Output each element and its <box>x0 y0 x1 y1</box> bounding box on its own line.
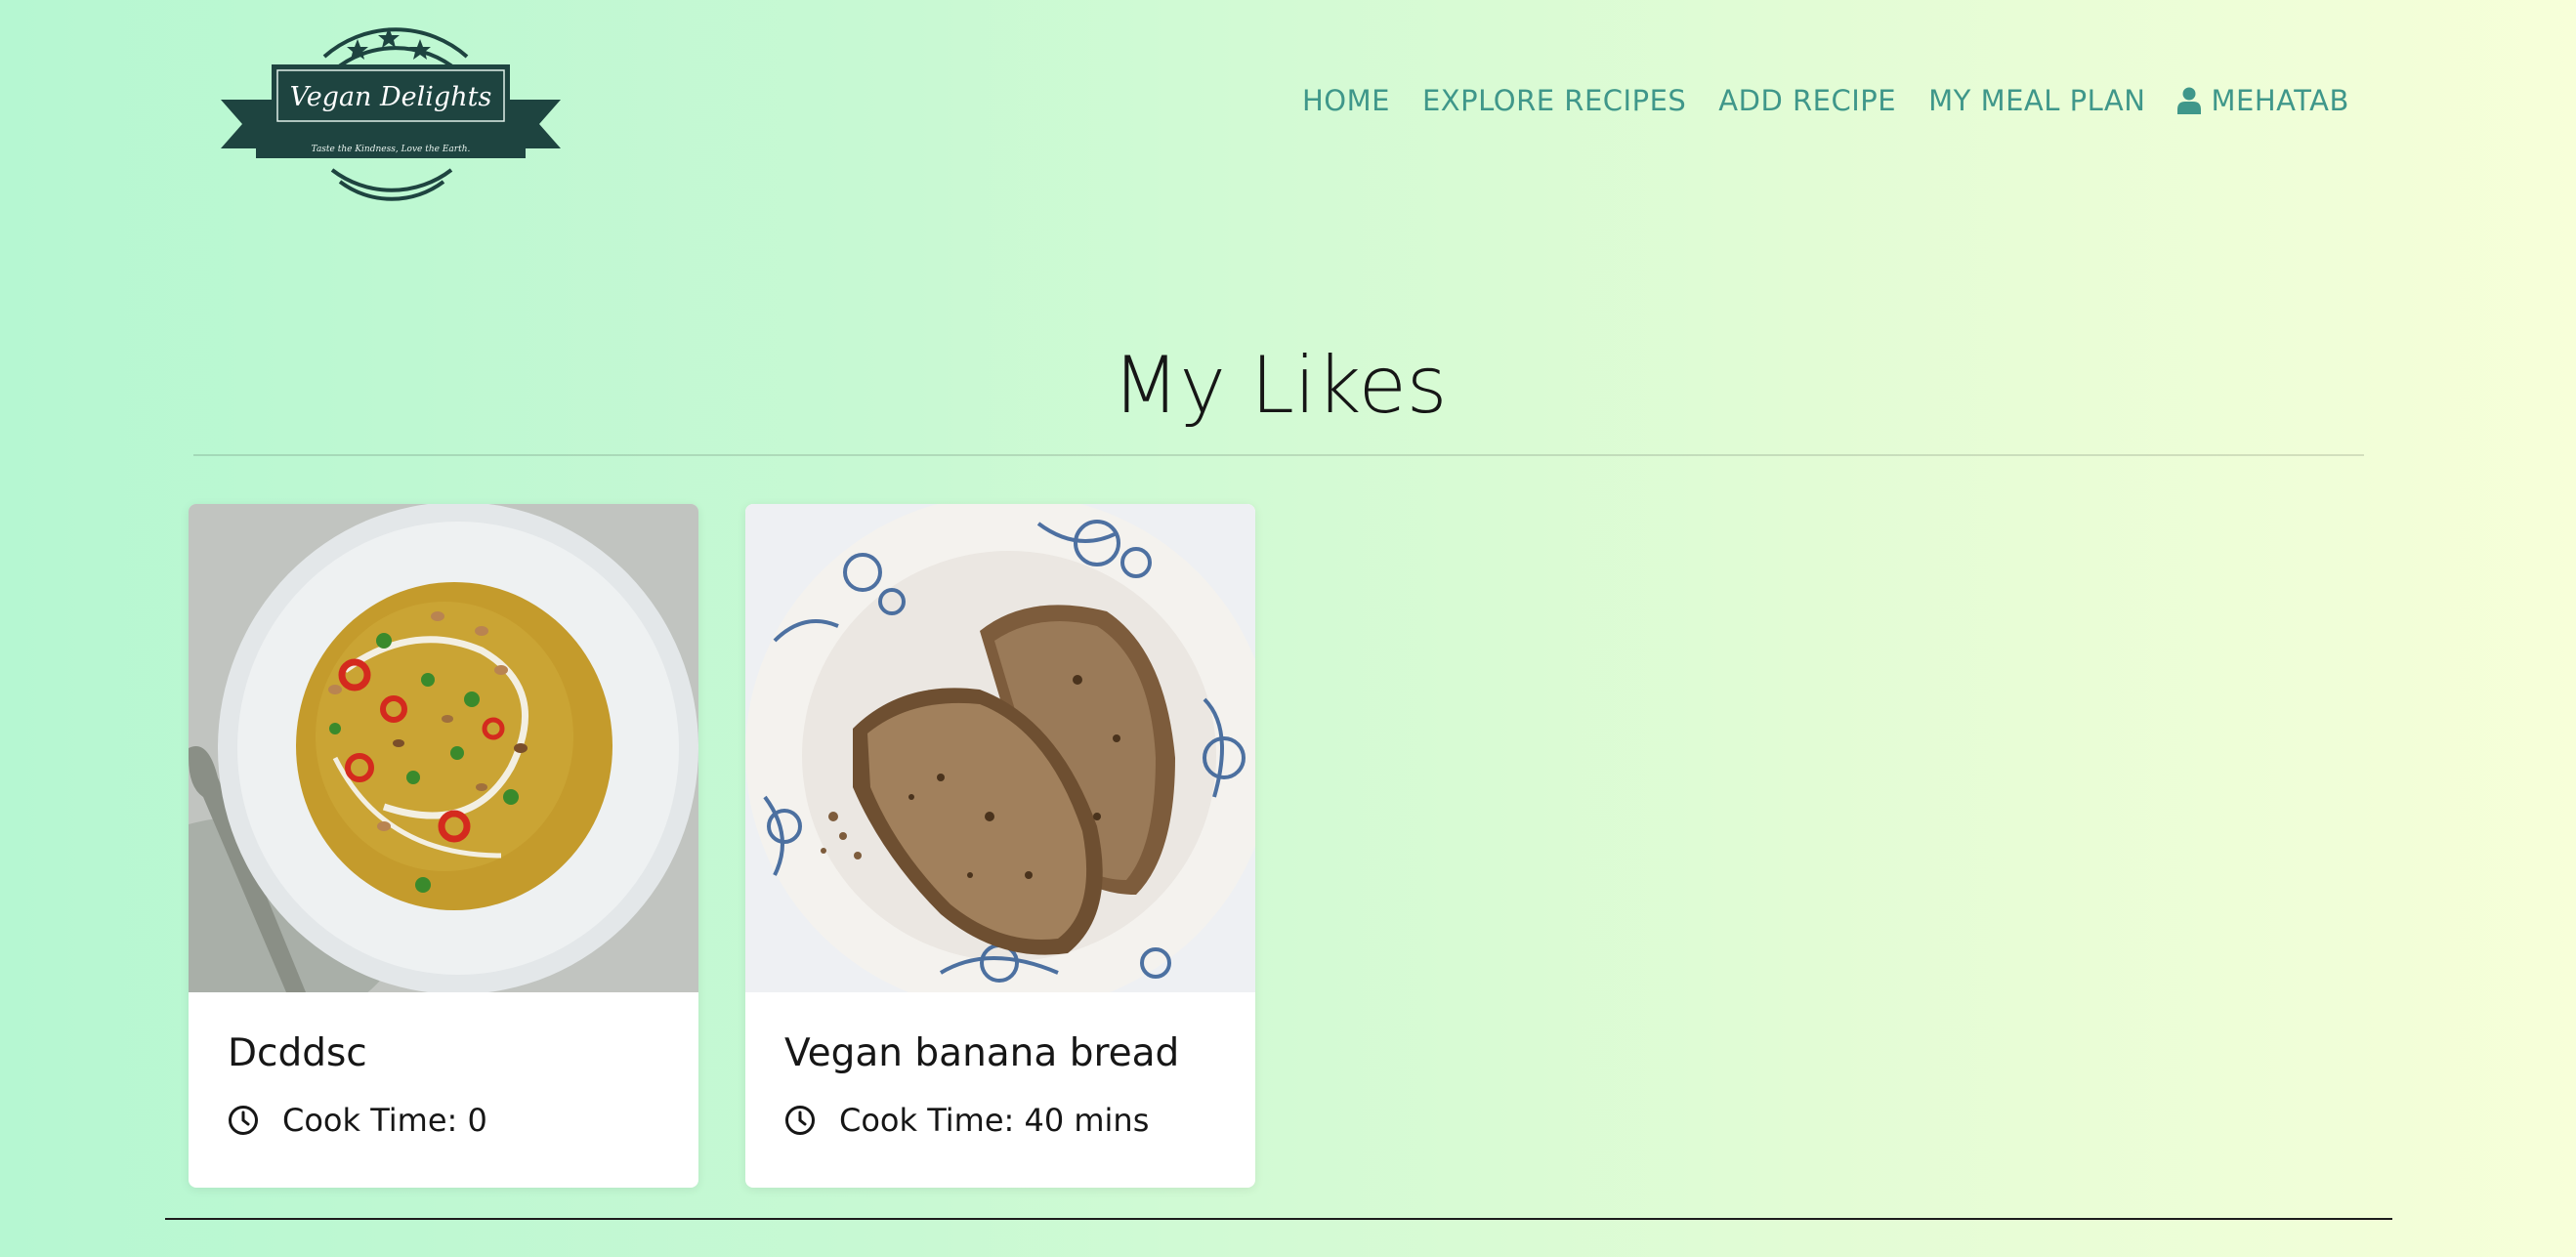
cook-time: Cook Time: 0 <box>228 1102 487 1139</box>
cook-time-label: Cook Time: 40 mins <box>839 1102 1150 1139</box>
user-icon <box>2177 87 2202 114</box>
brand-tagline: Taste the Kindness, Love the Earth. <box>312 145 471 154</box>
nav-add-recipe-link[interactable]: ADD RECIPE <box>1718 84 1896 117</box>
recipe-title[interactable]: Dcddsc <box>228 1031 367 1075</box>
cook-time: Cook Time: 40 mins <box>784 1102 1149 1139</box>
recipe-card[interactable]: Dcddsc Cook Time: 0 <box>189 504 698 1188</box>
main-nav: HOME EXPLORE RECIPES ADD RECIPE MY MEAL … <box>1302 76 2349 125</box>
recipe-image-banana-bread[interactable] <box>745 504 1255 992</box>
brand-logo[interactable]: Vegan Delights Taste the Kindness, Love … <box>217 0 565 209</box>
nav-explore-recipes-link[interactable]: EXPLORE RECIPES <box>1422 84 1686 117</box>
footer-divider <box>165 1218 2392 1220</box>
recipe-card[interactable]: Vegan banana bread Cook Time: 40 mins <box>745 504 1255 1188</box>
page-title: My Likes <box>1112 340 1448 431</box>
clock-icon <box>229 1106 258 1135</box>
user-name: MEHATAB <box>2211 84 2349 117</box>
recipe-image-soup[interactable] <box>189 504 698 992</box>
cook-time-label: Cook Time: 0 <box>282 1102 487 1139</box>
brand-name: Vegan Delights <box>290 82 492 112</box>
title-divider <box>193 454 2364 456</box>
nav-meal-plan-link[interactable]: MY MEAL PLAN <box>1928 84 2145 117</box>
nav-home-link[interactable]: HOME <box>1302 84 1390 117</box>
clock-icon <box>785 1106 815 1135</box>
recipe-title[interactable]: Vegan banana bread <box>784 1031 1179 1075</box>
nav-user-profile-link[interactable]: MEHATAB <box>2177 84 2348 117</box>
